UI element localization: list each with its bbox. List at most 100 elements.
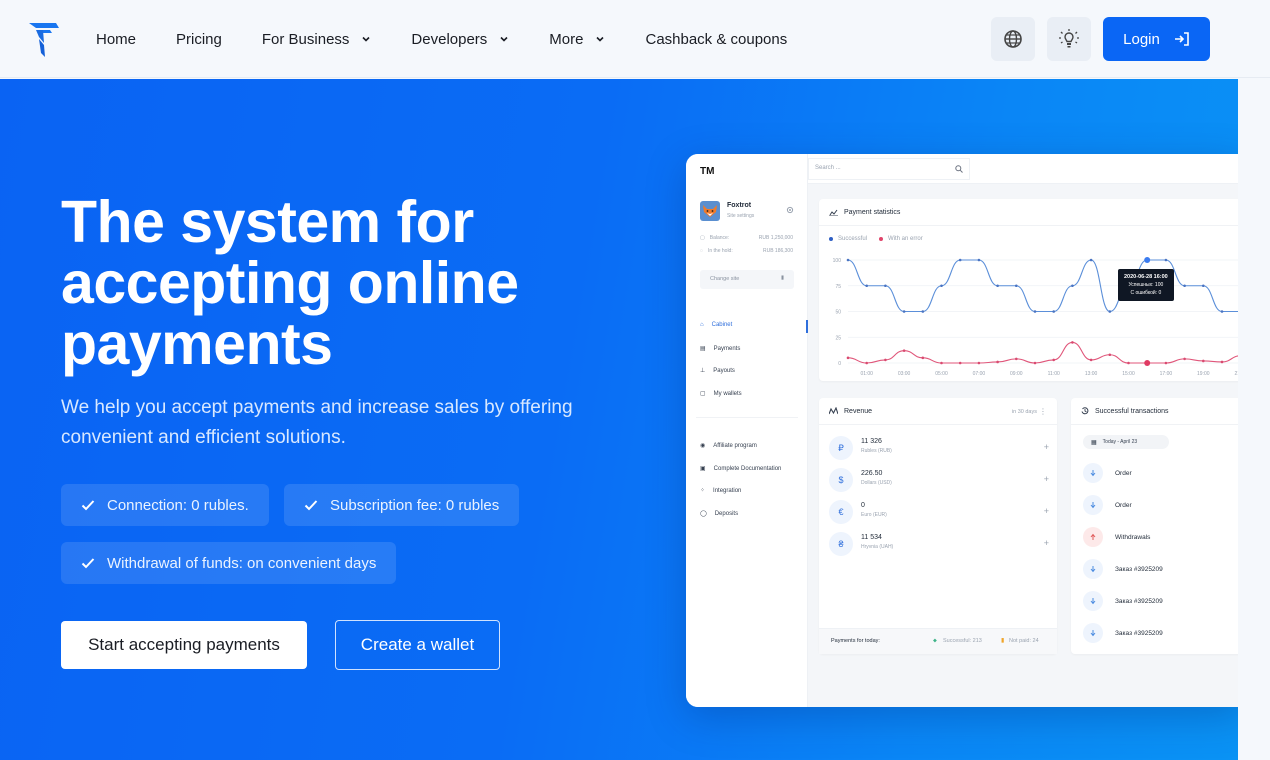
menu-label: Integration xyxy=(713,487,742,494)
language-button[interactable] xyxy=(991,17,1035,61)
transaction-row[interactable]: Заказ #3925209 xyxy=(1083,589,1163,613)
wallet-icon: ▢ xyxy=(700,391,706,397)
theme-toggle-button[interactable] xyxy=(1047,17,1091,61)
data-point xyxy=(1202,284,1205,288)
card-divider xyxy=(1071,424,1238,425)
x-tick-label: 19:00 xyxy=(1197,371,1210,377)
data-point xyxy=(1183,357,1186,361)
transaction-row[interactable]: Заказ #3925209 xyxy=(1083,557,1163,581)
legend-label: Successful xyxy=(838,236,868,242)
legend-item-error[interactable]: With an error xyxy=(879,236,923,242)
revenue-label: Rubles (RUB) xyxy=(861,448,892,454)
transaction-label: Заказ #3925209 xyxy=(1115,597,1163,605)
nav-for-business-label: For Business xyxy=(261,30,350,48)
globe-icon xyxy=(1004,30,1022,48)
feature-label: Subscription fee: 0 rubles xyxy=(330,496,500,514)
check-icon xyxy=(304,500,318,511)
nav-developers-label: Developers xyxy=(411,30,488,48)
brand-logo-icon[interactable] xyxy=(28,21,60,57)
balance-value: RUB 1,250,000 xyxy=(758,235,793,241)
x-tick-label: 05:00 xyxy=(935,371,948,377)
menu-item-payments[interactable]: ▤ Payments xyxy=(700,345,740,353)
nav-for-business[interactable]: For Business xyxy=(262,31,372,48)
menu-item-payouts[interactable]: ⊥ Payouts xyxy=(700,367,735,375)
ruble-icon: ₽ xyxy=(829,436,853,460)
data-point xyxy=(1015,357,1018,361)
add-icon[interactable]: + xyxy=(1044,506,1049,516)
success-icon: ⬥ xyxy=(933,638,937,644)
revenue-card-title: Revenue xyxy=(829,407,872,415)
successful-count: Successful: 213 xyxy=(943,638,982,644)
transaction-row[interactable]: Order xyxy=(1083,461,1132,485)
y-tick-label: 100 xyxy=(833,258,842,264)
data-point xyxy=(846,356,850,360)
menu-item-documentation[interactable]: ▣ Complete Documentation xyxy=(700,465,781,473)
wallet-icon: ▢ xyxy=(700,235,705,241)
menu-item-wallets[interactable]: ▢ My wallets xyxy=(700,390,742,398)
x-tick-label: 03:00 xyxy=(898,371,911,377)
data-point xyxy=(1164,258,1168,262)
gear-icon[interactable] xyxy=(786,206,794,214)
tooltip-successful: Успешных: 100 xyxy=(1128,282,1164,288)
data-point xyxy=(1089,258,1093,262)
data-point xyxy=(884,358,887,362)
arrow-up-icon xyxy=(1083,527,1103,547)
dollar-icon: $ xyxy=(829,468,853,492)
avatar xyxy=(700,201,720,221)
menu-item-affiliate[interactable]: ◉ Affiliate program xyxy=(700,442,757,450)
revenue-title: Revenue xyxy=(844,407,873,415)
dashboard-preview: TM Foxtrot Site settings ▢ Balance: RUB 1… xyxy=(686,154,1238,707)
x-tick-label: 15:00 xyxy=(1122,371,1135,377)
change-site-button[interactable]: Change site ▮ xyxy=(700,270,794,289)
menu-item-deposits[interactable]: ◯ Deposits xyxy=(700,510,738,518)
create-wallet-button[interactable]: Create a wallet xyxy=(335,620,500,670)
hero-title: The system for accepting online payments xyxy=(61,189,519,377)
stats-title: Payment statistics xyxy=(844,208,901,216)
dashboard-search-input[interactable]: Search ... xyxy=(808,158,970,180)
history-icon xyxy=(1081,407,1089,415)
add-icon[interactable]: + xyxy=(1044,442,1049,452)
legend-item-successful[interactable]: Successful xyxy=(829,236,867,242)
menu-item-integration[interactable]: ⁘ Integration xyxy=(700,487,742,495)
login-button[interactable]: Login xyxy=(1103,17,1210,61)
add-icon[interactable]: + xyxy=(1044,474,1049,484)
integration-icon: ⁘ xyxy=(700,488,706,494)
site-header: Home Pricing For Business Developers Mor… xyxy=(0,0,1270,78)
menu-item-cabinet[interactable]: ⌂ Cabinet xyxy=(700,322,732,328)
data-point xyxy=(996,284,999,288)
profile-subtitle[interactable]: Site settings xyxy=(727,213,754,219)
nav-cashback[interactable]: Cashback & coupons xyxy=(645,31,787,48)
calendar-icon: ▦ xyxy=(1091,439,1097,446)
balance-label: Balance: xyxy=(709,235,730,241)
data-point xyxy=(1071,284,1074,288)
data-point xyxy=(1052,310,1055,313)
data-point xyxy=(1144,360,1151,366)
revenue-card: Revenue in 30 days ⋮ ₽11 326 Rubles (RUB)… xyxy=(819,398,1057,654)
card-divider xyxy=(819,225,1238,226)
hryvnia-icon: ₴ xyxy=(829,532,853,556)
hero-section: The system for accepting online payments… xyxy=(0,79,1238,760)
data-point xyxy=(1144,257,1151,263)
date-filter-chip[interactable]: ▦ Today - April 23 xyxy=(1083,435,1169,449)
transaction-row[interactable]: Заказ #3925209 xyxy=(1083,621,1163,645)
transaction-row[interactable]: Withdrawals xyxy=(1083,525,1150,549)
nav-pricing[interactable]: Pricing xyxy=(176,31,222,48)
nav-developers[interactable]: Developers xyxy=(411,31,509,48)
nav-home[interactable]: Home xyxy=(96,31,136,48)
revenue-period[interactable]: in 30 days xyxy=(1012,409,1037,415)
sign-in-icon xyxy=(1174,32,1189,46)
data-point xyxy=(865,284,868,288)
data-point xyxy=(977,361,981,365)
transaction-row[interactable]: Order xyxy=(1083,493,1132,517)
data-point xyxy=(958,361,962,365)
arrow-down-icon xyxy=(1083,559,1103,579)
nav-more[interactable]: More xyxy=(549,31,605,48)
start-accepting-payments-button[interactable]: Start accepting payments xyxy=(61,621,307,669)
change-site-label: Change site xyxy=(710,276,740,282)
check-icon xyxy=(81,558,95,569)
add-icon[interactable]: + xyxy=(1044,538,1049,548)
feature-chip: Withdrawal of funds: on convenient days xyxy=(61,542,397,584)
more-vertical-icon[interactable]: ⋮ xyxy=(1039,407,1047,416)
data-point xyxy=(1202,359,1205,363)
date-chip-label: Today - April 23 xyxy=(1102,439,1138,445)
